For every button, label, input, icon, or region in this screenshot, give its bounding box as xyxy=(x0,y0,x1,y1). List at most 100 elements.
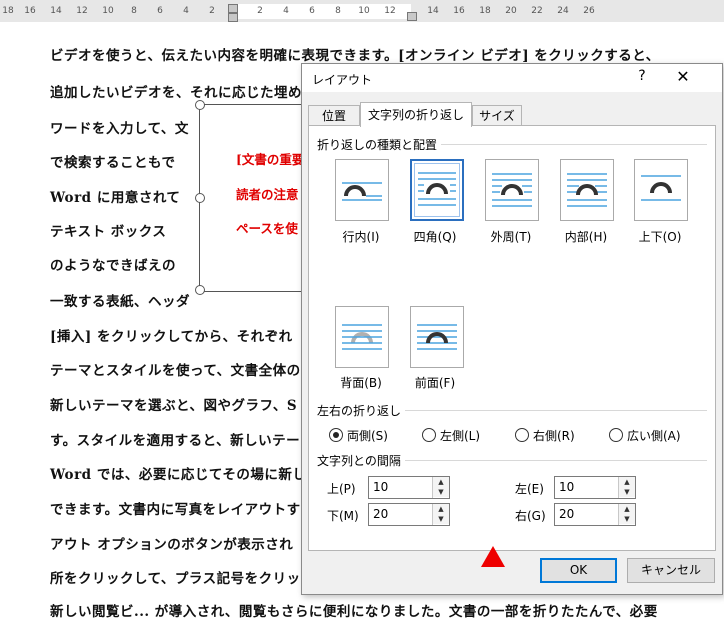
distance-group-label: 文字列との間隔 xyxy=(317,452,405,469)
radio-left-only[interactable] xyxy=(422,428,436,442)
ruler-tick: 2 xyxy=(209,6,215,16)
wrap-style-group-label: 折り返しの種類と配置 xyxy=(317,136,442,153)
horizontal-ruler[interactable]: 18 16 14 12 10 8 6 4 2 2 4 6 8 10 12 14 … xyxy=(0,0,724,22)
resize-handle[interactable] xyxy=(195,285,205,295)
ruler-tick: 16 xyxy=(453,6,465,16)
wrap-option-square[interactable] xyxy=(410,159,464,221)
tight-wrap-icon xyxy=(492,173,532,207)
right-indent-marker[interactable] xyxy=(407,12,417,21)
doc-text-line: ビデオを使うと、伝えたい内容を明確に表現できます。[オンライン ビデオ] をクリ… xyxy=(50,48,660,64)
ruler-tick: 14 xyxy=(427,6,439,16)
distance-top-input[interactable] xyxy=(371,478,435,495)
ruler-tick: 2 xyxy=(257,6,263,16)
first-line-indent-marker[interactable] xyxy=(228,4,238,13)
ruler-tick: 20 xyxy=(505,6,517,16)
radio-largest-only[interactable] xyxy=(609,428,623,442)
help-button[interactable]: ? xyxy=(632,68,652,88)
doc-text-line: Word に用意されて xyxy=(50,190,181,206)
distance-right-input[interactable] xyxy=(557,505,621,522)
distance-bottom-input[interactable] xyxy=(371,505,435,522)
resize-handle[interactable] xyxy=(195,100,205,110)
wrap-option-inline[interactable] xyxy=(335,159,389,221)
ruler-tick: 16 xyxy=(24,6,36,16)
tab-text-wrapping[interactable]: 文字列の折り返し xyxy=(360,102,472,127)
doc-text-line: 新しいテーマを選ぶと、図やグラフ、S xyxy=(50,398,298,414)
top-bottom-wrap-icon xyxy=(641,175,681,201)
wrap-option-label: 外周(T) xyxy=(490,230,532,244)
distance-left-input[interactable] xyxy=(557,478,621,495)
distance-top-spinner[interactable]: ▲ ▼ xyxy=(368,476,450,499)
tab-position[interactable]: 位置 xyxy=(308,105,360,127)
wrap-option-label: 行内(I) xyxy=(342,230,380,244)
radio-label: 左側(L) xyxy=(440,429,481,443)
ruler-tick: 10 xyxy=(102,6,114,16)
spin-down-icon[interactable]: ▼ xyxy=(433,514,449,524)
wrap-option-in-front[interactable] xyxy=(410,306,464,368)
square-wrap-icon xyxy=(418,172,456,206)
wrap-option-tight[interactable] xyxy=(485,159,539,221)
red-triangle-marker xyxy=(481,546,505,567)
wrap-option-label: 内部(H) xyxy=(564,230,608,244)
spinner-buttons: ▲ ▼ xyxy=(618,504,635,525)
ruler-tick: 4 xyxy=(283,6,289,16)
distance-bottom-spinner[interactable]: ▲ ▼ xyxy=(368,503,450,526)
tab-size[interactable]: サイズ xyxy=(472,105,522,127)
layout-dialog: レイアウト ? ✕ 位置 文字列の折り返し サイズ 折り返しの種類と配置 行内(… xyxy=(301,63,723,595)
ruler-tick: 14 xyxy=(50,6,62,16)
ruler-tick: 10 xyxy=(358,6,370,16)
ruler-tick: 12 xyxy=(76,6,88,16)
cancel-button[interactable]: キャンセル xyxy=(627,558,715,583)
ruler-tick: 26 xyxy=(583,6,595,16)
doc-text-line: で検索することもで xyxy=(50,155,176,171)
doc-text-line: のようなできばえの xyxy=(50,258,176,274)
radio-both-sides[interactable] xyxy=(329,428,343,442)
spin-down-icon[interactable]: ▼ xyxy=(619,487,635,497)
distance-right-label: 右(G) xyxy=(515,509,546,523)
ruler-tick: 12 xyxy=(384,6,396,16)
radio-label: 広い側(A) xyxy=(627,429,681,443)
spin-down-icon[interactable]: ▼ xyxy=(619,514,635,524)
distance-bottom-label: 下(M) xyxy=(327,509,359,523)
ok-button[interactable]: OK xyxy=(540,558,617,583)
doc-text-line: アウト オプションのボタンが表示され xyxy=(50,537,294,553)
wrap-option-through[interactable] xyxy=(560,159,614,221)
wrap-side-group-label: 左右の折り返し xyxy=(317,402,406,419)
left-indent-marker[interactable] xyxy=(228,13,238,22)
close-button[interactable]: ✕ xyxy=(672,67,694,89)
wrap-option-behind[interactable] xyxy=(335,306,389,368)
ruler-tick: 6 xyxy=(157,6,163,16)
doc-text-line: テーマとスタイルを使って、文書全体の xyxy=(50,363,301,379)
doc-text-line: す。スタイルを適用すると、新しいテー xyxy=(50,433,301,449)
textbox-text-line: ペースを使 xyxy=(236,221,298,236)
radio-label: 右側(R) xyxy=(533,429,575,443)
distance-right-spinner[interactable]: ▲ ▼ xyxy=(554,503,636,526)
wrap-option-top-bottom[interactable] xyxy=(634,159,688,221)
spinner-buttons: ▲ ▼ xyxy=(432,477,449,498)
spinner-buttons: ▲ ▼ xyxy=(432,504,449,525)
radio-right-only[interactable] xyxy=(515,428,529,442)
doc-text-line: 一致する表紙、ヘッダ xyxy=(50,294,190,310)
resize-handle[interactable] xyxy=(195,193,205,203)
doc-text-line: できます。文書内に写真をレイアウトす xyxy=(50,502,301,518)
doc-text-line: 所をクリックして、プラス記号をクリッ xyxy=(50,571,301,587)
dialog-title: レイアウト xyxy=(312,73,373,87)
dialog-titlebar[interactable]: レイアウト ? ✕ xyxy=(302,64,722,92)
doc-text-line: 新しい閲覧ビ... が導入され、閲覧もさらに便利になりました。文書の一部を折りた… xyxy=(50,604,658,620)
spin-down-icon[interactable]: ▼ xyxy=(433,487,449,497)
wrap-option-label: 四角(Q) xyxy=(413,230,457,244)
ruler-tick: 22 xyxy=(531,6,543,16)
through-wrap-icon xyxy=(567,173,607,207)
textbox-text-line: 読者の注意 xyxy=(236,187,299,202)
spinner-buttons: ▲ ▼ xyxy=(618,477,635,498)
wrap-option-label: 前面(F) xyxy=(414,376,456,390)
inline-wrap-icon xyxy=(342,182,382,201)
doc-text-line: テキスト ボックス xyxy=(50,224,167,240)
distance-left-spinner[interactable]: ▲ ▼ xyxy=(554,476,636,499)
doc-text-line: Word では、必要に応じてその場に新し xyxy=(50,467,307,483)
ruler-tick: 8 xyxy=(335,6,341,16)
text-wrapping-panel: 折り返しの種類と配置 行内(I) 四角(Q) 外周(T) 内部(H) 上下(O)… xyxy=(308,125,716,567)
ruler-tick: 18 xyxy=(479,6,491,16)
doc-text-line: [挿入] をクリックしてから、それぞれ xyxy=(50,329,293,345)
distance-left-label: 左(E) xyxy=(515,482,544,496)
ruler-tick: 4 xyxy=(183,6,189,16)
